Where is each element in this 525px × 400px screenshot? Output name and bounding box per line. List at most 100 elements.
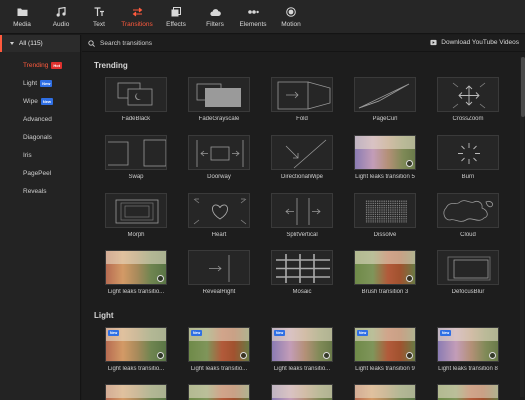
download-icon[interactable] xyxy=(406,160,413,167)
preview-image xyxy=(272,385,332,400)
transition-tile-light-row2-5[interactable] xyxy=(437,384,499,400)
tile-label: DefocusBlur xyxy=(451,289,485,295)
tile-label: Light leaks transition 9 xyxy=(355,366,415,372)
sidebar-item-pagepeel[interactable]: PagePeel xyxy=(0,164,80,182)
toolbar-transitions[interactable]: Transitions xyxy=(119,0,155,34)
elements-icon xyxy=(247,7,259,18)
download-icon[interactable] xyxy=(323,352,330,359)
toolbar-effects-label: Effects xyxy=(166,20,186,28)
download-icon[interactable] xyxy=(157,275,164,282)
download-icon[interactable] xyxy=(406,275,413,282)
transition-tile-fadeblack[interactable]: FadeBlack xyxy=(105,77,167,122)
scrollbar-thumb[interactable] xyxy=(521,57,525,117)
transition-tile-fold[interactable]: Fold xyxy=(271,77,333,122)
split-vertical-thumbnail xyxy=(271,193,333,228)
search-input[interactable] xyxy=(100,39,300,47)
transition-tile-pagecurl[interactable]: PageCurl xyxy=(354,77,416,122)
category-sidebar: All (115) Trending Hot Light New Wipe Ne… xyxy=(0,35,81,400)
transition-tile-morph[interactable]: Morph xyxy=(105,193,167,238)
download-youtube-label: Download YouTube Videos xyxy=(441,39,519,46)
fade-black-thumbnail xyxy=(105,77,167,112)
preview-image xyxy=(189,385,249,400)
download-icon[interactable] xyxy=(406,352,413,359)
new-badge: New xyxy=(40,79,53,87)
light-leaks-thumbnail xyxy=(354,135,416,170)
transition-tile-brush3[interactable]: Brush transition 3 xyxy=(354,250,416,295)
toolbar-transitions-label: Transitions xyxy=(121,20,153,28)
transition-tile-fadegrayscale[interactable]: FadeGrayscale xyxy=(188,77,250,122)
section-title-light: Light xyxy=(94,311,114,320)
transition-tile-cloud[interactable]: Cloud xyxy=(437,193,499,238)
toolbar-elements[interactable]: Elements xyxy=(236,0,270,34)
folder-icon xyxy=(17,7,28,18)
toolbar-text[interactable]: Text xyxy=(88,0,110,34)
sidebar-item-reveals[interactable]: Reveals xyxy=(0,182,80,200)
tile-label: Light leaks transition 5 xyxy=(355,174,415,180)
transition-tile-doorway[interactable]: Doorway xyxy=(188,135,250,180)
transition-tile-defocusblur[interactable]: DefocusBlur xyxy=(437,250,499,295)
sidebar-item-iris[interactable]: Iris xyxy=(0,146,80,164)
transition-tile-heart[interactable]: Heart xyxy=(188,193,250,238)
new-badge: New xyxy=(440,330,452,336)
new-badge: New xyxy=(40,97,54,105)
transition-tile-swap[interactable]: Swap xyxy=(105,135,167,180)
top-toolbar: Media Audio Text Transitions Effects Fil… xyxy=(0,0,525,34)
sidebar-item-wipe[interactable]: Wipe New xyxy=(0,92,80,110)
light-leaks-thumbnail xyxy=(271,384,333,400)
toolbar-audio[interactable]: Audio xyxy=(50,0,72,34)
brush-transition-thumbnail xyxy=(354,250,416,285)
light-leaks-thumbnail xyxy=(188,384,250,400)
transition-tile-burn[interactable]: Burn xyxy=(437,135,499,180)
tile-label: Burn xyxy=(461,174,475,180)
sidebar-all-category[interactable]: All (115) xyxy=(0,35,80,52)
transition-tile-light-2[interactable]: New Light leaks transitio... xyxy=(188,327,250,372)
transition-tile-light-row2-2[interactable] xyxy=(188,384,250,400)
heart-thumbnail xyxy=(188,193,250,228)
transition-tile-light-row2-3[interactable] xyxy=(271,384,333,400)
transition-tile-light-row2-1[interactable] xyxy=(105,384,167,400)
sidebar-item-advanced[interactable]: Advanced xyxy=(0,110,80,128)
download-icon[interactable] xyxy=(240,352,247,359)
tile-label: Dissolve xyxy=(373,232,397,238)
download-youtube-button[interactable]: Download YouTube Videos xyxy=(430,39,519,46)
download-icon[interactable] xyxy=(489,352,496,359)
transition-tile-lightleaks[interactable]: Light leaks transitio... xyxy=(105,250,167,295)
cloud-icon xyxy=(209,7,221,18)
toolbar-media[interactable]: Media xyxy=(11,0,33,34)
tile-label: RevealRight xyxy=(202,289,236,295)
sidebar-item-light[interactable]: Light New xyxy=(0,74,80,92)
transition-tile-light-3[interactable]: New Light leaks transitio... xyxy=(271,327,333,372)
download-icon[interactable] xyxy=(157,352,164,359)
transition-tile-light-8[interactable]: New Light leaks transition 8 xyxy=(437,327,499,372)
transition-tile-light-9[interactable]: New Light leaks transition 9 xyxy=(354,327,416,372)
new-badge: New xyxy=(191,330,203,336)
transition-tile-light-row2-4[interactable] xyxy=(354,384,416,400)
toolbar-effects[interactable]: Effects xyxy=(163,0,189,34)
tile-label: Swap xyxy=(128,174,144,180)
transition-tile-light-1[interactable]: New Light leaks transitio... xyxy=(105,327,167,372)
transition-tile-crosszoom[interactable]: CrossZoom xyxy=(437,77,499,122)
toolbar-media-label: Media xyxy=(13,20,31,28)
transition-tile-splitvertical[interactable]: SplitVertical xyxy=(271,193,333,238)
directional-wipe-thumbnail xyxy=(271,135,333,170)
sidebar-item-trending[interactable]: Trending Hot xyxy=(0,56,80,74)
transition-tile-revealright[interactable]: RevealRight xyxy=(188,250,250,295)
doorway-thumbnail xyxy=(188,135,250,170)
tile-label: Light leaks transitio... xyxy=(107,366,165,372)
toolbar-motion[interactable]: Motion xyxy=(279,0,303,34)
sidebar-item-diagonals[interactable]: Diagonals xyxy=(0,128,80,146)
transition-tile-directionalwipe[interactable]: DirectionalWipe xyxy=(271,135,333,180)
text-icon xyxy=(94,7,105,18)
transition-tile-mosaic[interactable]: Mosaic xyxy=(271,250,333,295)
new-badge: New xyxy=(274,330,286,336)
toolbar-filters[interactable]: Filters xyxy=(202,0,228,34)
transition-tile-lightleaks5[interactable]: Light leaks transition 5 xyxy=(354,135,416,180)
new-badge: New xyxy=(357,330,369,336)
preview-image xyxy=(438,385,498,400)
music-note-icon xyxy=(56,7,67,18)
morph-thumbnail xyxy=(105,193,167,228)
hot-badge: Hot xyxy=(51,61,63,69)
transition-tile-dissolve[interactable]: Dissolve xyxy=(354,193,416,238)
effects-icon xyxy=(171,7,182,18)
toolbar-text-label: Text xyxy=(93,20,105,28)
